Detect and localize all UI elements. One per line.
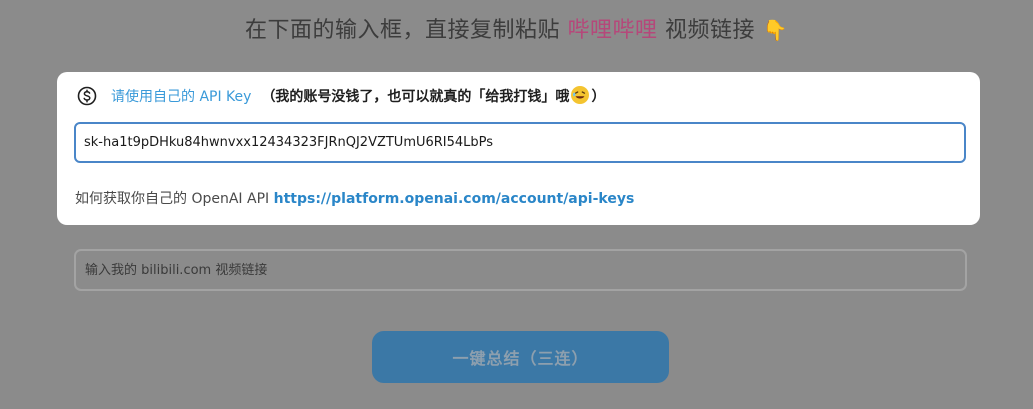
- page-heading: 在下面的输入框，直接复制粘贴 哔哩哔哩 视频链接 👇: [0, 12, 1033, 44]
- api-key-note: （我的账号没钱了，也可以就真的「给我打钱」哦 ）: [261, 86, 605, 106]
- video-link-input[interactable]: [74, 249, 967, 291]
- dollar-circle-icon: [77, 86, 97, 106]
- note-close: ）: [591, 89, 606, 105]
- openai-keys-link[interactable]: https://platform.openai.com/account/api-…: [274, 191, 635, 207]
- api-key-input[interactable]: [74, 122, 966, 163]
- pointing-down-icon: 👇: [762, 18, 788, 42]
- api-key-header: 请使用自己的 API Key （我的账号没钱了，也可以就真的「给我打钱」哦 ）: [77, 85, 605, 107]
- api-key-link[interactable]: 请使用自己的 API Key: [111, 86, 251, 106]
- heading-prefix: 在下面的输入框，直接复制粘贴: [245, 18, 568, 43]
- summarize-button[interactable]: 一键总结（三连）: [372, 331, 669, 383]
- heading-brand: 哔哩哔哩: [567, 18, 658, 43]
- rofl-face-icon: [571, 86, 590, 104]
- howto-line: 如何获取你自己的 OpenAI API https://platform.ope…: [75, 188, 634, 208]
- heading-suffix: 视频链接: [657, 18, 763, 43]
- note-text: （我的账号没钱了，也可以就真的「给我打钱」哦: [261, 89, 570, 105]
- api-key-card: 请使用自己的 API Key （我的账号没钱了，也可以就真的「给我打钱」哦 ） 如…: [57, 72, 980, 225]
- howto-text: 如何获取你自己的 OpenAI API: [75, 191, 274, 207]
